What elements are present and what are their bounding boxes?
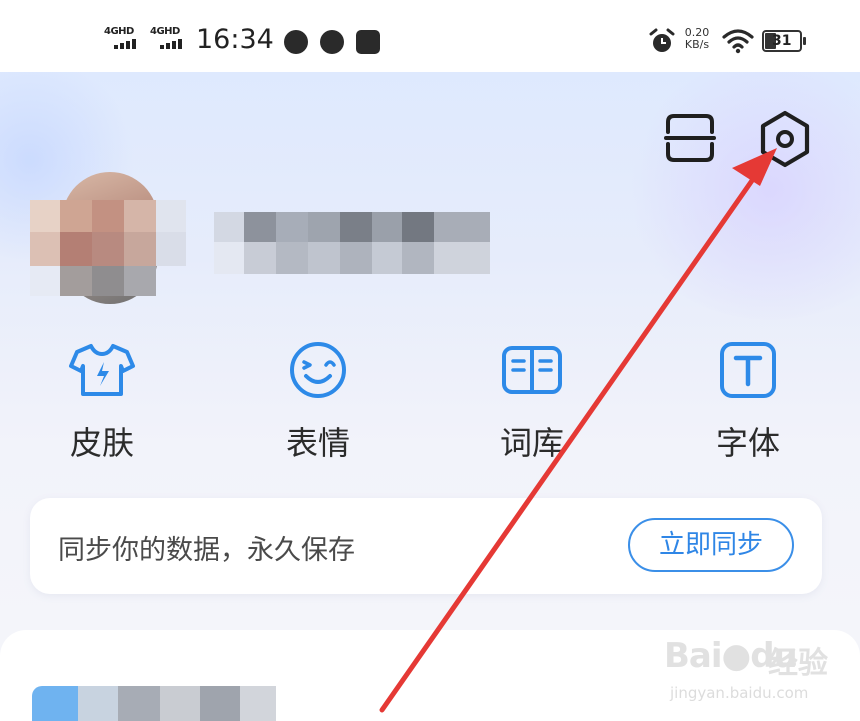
watermark: Bai●du 经验 jingyan.baidu.com [664,624,854,716]
screen: 4GHD 4GHD 16:34 0.20 KB/s 31 皮肤 表情 词库 字体… [0,0,860,721]
scan-icon[interactable] [662,110,718,166]
notification-app-icon [320,30,344,54]
battery-level: 31 [772,33,792,49]
settings-icon[interactable] [754,108,816,170]
feature-label: 字体 [715,424,780,462]
username[interactable]: ██████ [212,210,492,272]
feature-label: 词库 [499,424,564,462]
net-speed-unit: KB/s [684,38,710,51]
background-blob [620,60,860,320]
feature-font[interactable]: 字体 [688,340,808,470]
smiley-wink-icon [290,342,346,398]
sync-card: 同步你的数据，永久保存 立即同步 [30,498,822,594]
net-speed: 0.20 KB/s [680,27,714,51]
network-type-label: 4GHD [104,26,134,37]
sync-now-button[interactable]: 立即同步 [628,518,794,572]
feature-dictionary[interactable]: 词库 [472,340,592,470]
signal-bars-icon [160,39,182,49]
signal-2: 4GHD [150,26,190,54]
status-time: 16:34 [196,24,274,55]
signal-1: 4GHD [104,26,144,54]
network-type-label: 4GHD [150,26,180,37]
font-t-icon [720,342,776,398]
feature-label: 皮肤 [69,424,134,462]
telegram-notification-icon [356,30,380,54]
feature-skin[interactable]: 皮肤 [42,340,162,470]
feature-emoji[interactable]: 表情 [258,340,378,470]
notification-app-icon [284,30,308,54]
watermark-url: jingyan.baidu.com [670,684,809,702]
watermark-suffix: 经验 [768,646,828,681]
signal-bars-icon [114,39,136,49]
book-icon [502,346,562,394]
alarm-icon [649,28,675,52]
wifi-icon [722,29,754,54]
tshirt-icon [69,344,135,396]
battery-indicator: 31 [762,30,806,52]
feature-label: 表情 [285,424,350,462]
sync-prompt: 同步你的数据，永久保存 [58,535,355,566]
paw-icon: ● [721,636,752,676]
status-bar: 4GHD 4GHD 16:34 0.20 KB/s 31 [0,0,860,72]
